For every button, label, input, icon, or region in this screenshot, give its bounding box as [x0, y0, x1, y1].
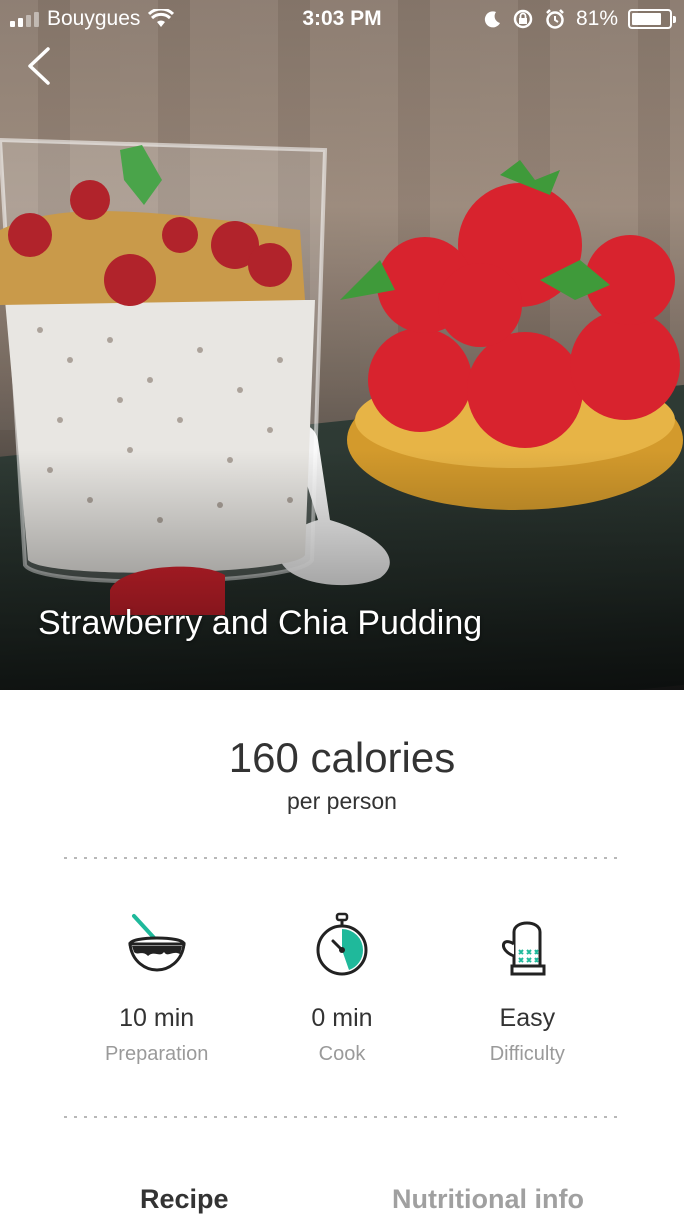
stat-label: Cook [318, 1043, 366, 1065]
status-bar: Bouygues 3:03 PM 81% [0, 0, 684, 38]
stat-label: Preparation [104, 1043, 209, 1065]
stat-label: Difficulty [489, 1043, 565, 1065]
tab-recipe[interactable]: Recipe [140, 1184, 229, 1215]
calories-unit: per person [287, 788, 397, 814]
recipe-hero-image: Bouygues 3:03 PM 81% Strawberry and Chia… [0, 0, 684, 690]
back-button[interactable] [22, 46, 62, 86]
moon-icon [484, 11, 500, 28]
stat-preparation: 10 min Preparation [64, 910, 249, 1080]
stat-cook: 0 min Cook [249, 910, 434, 1080]
tab-nutritional-info[interactable]: Nutritional info [392, 1184, 584, 1215]
rotation-lock-icon [513, 9, 533, 29]
stopwatch-icon [316, 912, 368, 976]
chevron-left-icon [28, 47, 50, 85]
battery-percent: 81% [575, 7, 618, 30]
calories-value: 160 calories [228, 734, 456, 781]
divider [64, 1116, 620, 1118]
stat-value: Easy [499, 1004, 556, 1032]
recipe-title: Strawberry and Chia Pudding [38, 604, 483, 642]
stat-value: 0 min [311, 1004, 373, 1032]
stat-value: 10 min [119, 1004, 195, 1032]
stat-difficulty: Easy Difficulty [435, 910, 620, 1080]
mixing-bowl-icon [127, 914, 186, 972]
divider [64, 857, 620, 859]
recipe-stats: 10 min Preparation 0 min Cook Easy Diffi… [64, 910, 620, 1080]
battery-icon [628, 9, 676, 29]
alarm-icon [546, 9, 564, 29]
recipe-tabs: Recipe Nutritional info [0, 1180, 684, 1216]
oven-mitt-icon [502, 921, 546, 976]
